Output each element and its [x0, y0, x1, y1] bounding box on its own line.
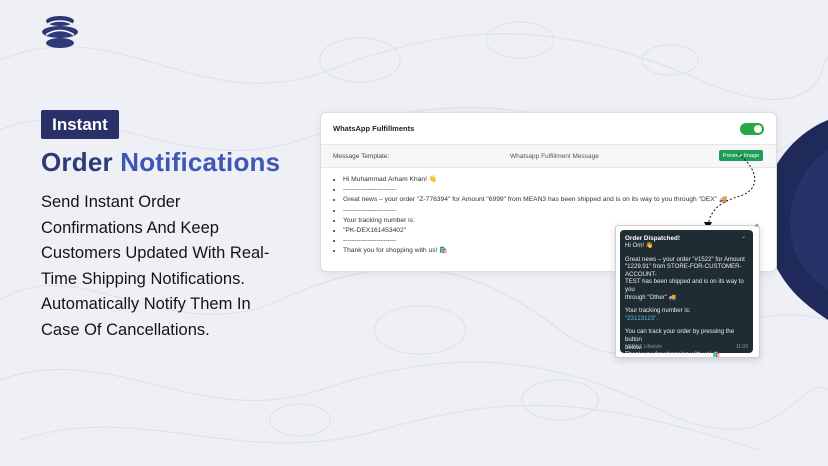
message-footer: MEAN3 Lifestyle — [625, 344, 662, 350]
description-line: Customers Updated With Real- — [41, 244, 270, 262]
close-icon[interactable]: × — [755, 223, 759, 230]
tracking-label: Your tracking number is: — [625, 307, 691, 315]
template-label: Message Template: — [333, 152, 390, 160]
instant-badge: Instant — [41, 110, 119, 139]
description-line: Confirmations And Keep — [41, 218, 219, 237]
description-line: Send Instant Order — [41, 193, 181, 211]
panel-title: WhatsApp Fulfillments — [333, 124, 415, 133]
description-line: Automatically Notify Them In — [41, 295, 251, 313]
message-body-line: TEST has been shipped and is on its way … — [625, 278, 744, 293]
fulfillments-toggle[interactable] — [740, 122, 764, 135]
message-body-line: through "Other" 🚚 — [625, 293, 677, 301]
message-body-line: Great news – your order "#1522" for Amou… — [625, 255, 745, 263]
hero-description: Send Instant Order Confirmations And Kee… — [41, 190, 301, 343]
message-greeting: Hi Om! 👋 — [625, 242, 654, 249]
connector-arrow-icon — [704, 153, 756, 230]
description-line: Time Shipping Notifications. — [41, 269, 245, 288]
track-instruction-line: You can track your order by pressing the… — [625, 328, 735, 343]
whatsapp-preview-popup: × Order Dispatched! ⌄ Hi Om! 👋 Great new… — [615, 223, 760, 358]
whatsapp-message-bubble: Order Dispatched! ⌄ Hi Om! 👋 Great news … — [620, 230, 753, 358]
description-line: Case Of Cancellations. — [41, 320, 210, 339]
message-title: Order Dispatched! — [625, 235, 680, 242]
headline-word-notifications: Notifications — [120, 147, 281, 177]
panel-header: WhatsApp Fulfillments — [321, 113, 776, 145]
message-body-line: "1229.91" from STORE-FOR-CUSTOMER-ACCOUN… — [625, 263, 742, 278]
toggle-knob — [754, 124, 762, 133]
template-select[interactable]: Whatsapp Fulfillment Message — [510, 153, 599, 160]
tracking-number: "23123123". — [625, 314, 659, 322]
message-thanks: Thank you for shopping with us! 🛍️ — [625, 351, 721, 359]
headline-word-order: Order — [41, 147, 113, 177]
message-time: 11:09 — [735, 344, 748, 350]
chevron-down-icon[interactable]: ⌄ — [741, 233, 746, 240]
page-title: Order Notifications — [41, 147, 280, 178]
mean3-logo-icon — [42, 16, 78, 48]
